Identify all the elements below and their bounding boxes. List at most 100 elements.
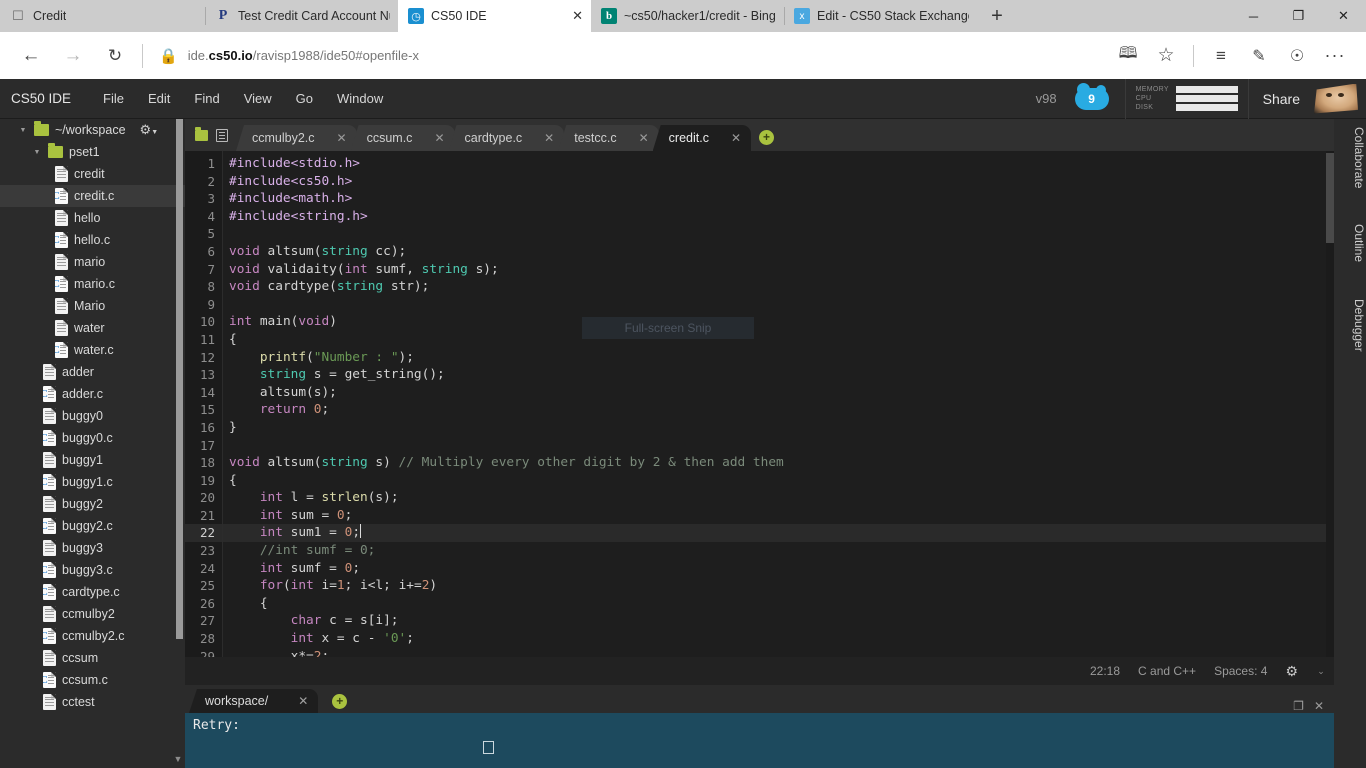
minimize-button[interactable]: ─ — [1231, 0, 1276, 32]
browser-tab-2[interactable]: ◷ CS50 IDE ✕ — [398, 0, 591, 32]
code-line[interactable]: #include<string.h> — [223, 208, 1334, 226]
gear-icon[interactable]: ⚙▼ — [140, 122, 159, 138]
code-lines[interactable]: #include<stdio.h> #include<cs50.h> #includ… — [223, 151, 1334, 657]
code-line[interactable]: { — [223, 595, 1334, 613]
file-tree-row[interactable]: cctest — [0, 691, 185, 713]
more-options-icon[interactable]: ··· — [1316, 37, 1354, 75]
file-tree-row[interactable]: ccsum — [0, 647, 185, 669]
file-tree-row-selected[interactable]: Ccredit.c — [0, 185, 185, 207]
code-line[interactable]: x*=2; — [223, 648, 1334, 657]
code-line[interactable]: int main(void) — [223, 313, 1334, 331]
new-terminal-button[interactable]: + — [332, 694, 348, 709]
scrollbar-thumb[interactable] — [1326, 153, 1334, 243]
close-icon[interactable]: ✕ — [639, 131, 649, 145]
scrollbar-thumb[interactable] — [176, 119, 183, 639]
share-button[interactable]: Share — [1249, 91, 1314, 107]
file-tree-row[interactable]: credit — [0, 163, 185, 185]
address-bar[interactable]: 🔒 ide.cs50.io/ravisp1988/ide50#openfile-… — [151, 41, 1105, 71]
collapse-icon[interactable]: ⌄ — [1316, 666, 1326, 677]
folder-icon[interactable] — [195, 126, 208, 141]
file-tree-row[interactable]: hello — [0, 207, 185, 229]
indent-setting[interactable]: Spaces: 4 — [1214, 664, 1267, 678]
close-icon[interactable]: ✕ — [731, 131, 741, 145]
gear-icon[interactable]: ⚙ — [1285, 663, 1298, 680]
code-line[interactable]: int sumf = 0; — [223, 560, 1334, 578]
file-tree-row[interactable]: Mario — [0, 295, 185, 317]
back-icon[interactable]: ← — [12, 37, 50, 75]
chevron-down-icon[interactable]: ▼ — [32, 149, 42, 156]
menu-item-cs50-ide[interactable]: CS50 IDE — [11, 79, 91, 119]
code-line[interactable]: void altsum(string cc); — [223, 243, 1334, 261]
file-tree-row[interactable]: Cmario.c — [0, 273, 185, 295]
file-tree-row[interactable]: water — [0, 317, 185, 339]
close-window-button[interactable]: ✕ — [1321, 0, 1366, 32]
close-icon[interactable]: ✕ — [298, 694, 308, 708]
reading-view-icon[interactable]: 🕮 — [1109, 37, 1147, 75]
editor-tab-credit[interactable]: credit.c ✕ — [652, 125, 752, 151]
browser-tab-0[interactable]: ☐ Credit — [0, 0, 205, 32]
chevron-down-icon[interactable]: ▼ — [18, 127, 28, 134]
file-tree-row[interactable]: Ccardtype.c — [0, 581, 185, 603]
code-line[interactable] — [223, 437, 1334, 455]
maximize-button[interactable]: ❐ — [1276, 0, 1321, 32]
code-line[interactable]: int x = c - '0'; — [223, 630, 1334, 648]
new-editor-tab-button[interactable]: + — [759, 130, 775, 145]
terminal-output[interactable]: Retry: — [185, 713, 1334, 768]
hub-icon[interactable]: ≡ — [1202, 37, 1240, 75]
editor-tab-ccsum[interactable]: ccsum.c ✕ — [350, 125, 455, 151]
web-note-icon[interactable]: ✎ — [1240, 37, 1278, 75]
code-editor[interactable]: 1 2 3 4 5 6 7 8 9 10 11 12 13 14 15 16 17 18 19 20 21 22 23 24 2… — [185, 151, 1334, 657]
browser-tab-close-button[interactable]: ✕ — [560, 8, 583, 24]
favorites-star-icon[interactable]: ☆ — [1147, 37, 1185, 75]
file-tree-scrollbar[interactable] — [176, 119, 184, 768]
editor-tab-cardtype[interactable]: cardtype.c ✕ — [448, 125, 565, 151]
cloud-notification-badge[interactable]: 9 — [1074, 82, 1109, 110]
menu-item-file[interactable]: File — [91, 79, 136, 119]
code-line[interactable]: } — [223, 419, 1334, 437]
file-tree-row[interactable]: adder — [0, 361, 185, 383]
code-line[interactable]: int sum = 0; — [223, 507, 1334, 525]
close-icon[interactable]: ✕ — [337, 131, 347, 145]
browser-tab-3[interactable]: b ~cs50/hacker1/credit - Bing — [591, 0, 784, 32]
close-icon[interactable]: ✕ — [1314, 699, 1324, 713]
rail-item-outline[interactable]: Outline — [1334, 224, 1366, 262]
rail-item-collaborate[interactable]: Collaborate — [1334, 127, 1366, 188]
file-tree-row[interactable]: buggy3 — [0, 537, 185, 559]
code-line[interactable]: //int sumf = 0; — [223, 542, 1334, 560]
file-tree-row[interactable]: Cccmulby2.c — [0, 625, 185, 647]
code-line[interactable]: printf("Number : "); — [223, 349, 1334, 367]
code-line[interactable] — [223, 296, 1334, 314]
file-tree-row[interactable]: Cadder.c — [0, 383, 185, 405]
file-tree-row[interactable]: Chello.c — [0, 229, 185, 251]
file-tree-row-workspace[interactable]: ▼ ~/workspace ⚙▼ — [0, 119, 185, 141]
code-line[interactable]: #include<stdio.h> — [223, 155, 1334, 173]
code-line[interactable]: int l = strlen(s); — [223, 489, 1334, 507]
code-line[interactable]: { — [223, 472, 1334, 490]
file-tree-row[interactable]: mario — [0, 251, 185, 273]
file-tree-row[interactable]: buggy2 — [0, 493, 185, 515]
browser-tab-4[interactable]: x Edit - CS50 Stack Exchange — [784, 0, 977, 32]
menu-item-edit[interactable]: Edit — [136, 79, 182, 119]
menu-item-go[interactable]: Go — [284, 79, 325, 119]
file-tree-row[interactable]: Cccsum.c — [0, 669, 185, 691]
code-line[interactable]: #include<math.h> — [223, 190, 1334, 208]
rail-item-debugger[interactable]: Debugger — [1334, 299, 1366, 352]
code-line[interactable]: void cardtype(string str); — [223, 278, 1334, 296]
menu-item-view[interactable]: View — [232, 79, 284, 119]
code-line[interactable]: char c = s[i]; — [223, 612, 1334, 630]
code-line[interactable]: #include<cs50.h> — [223, 173, 1334, 191]
file-tree-row[interactable]: buggy1 — [0, 449, 185, 471]
editor-tab-testcc[interactable]: testcc.c ✕ — [558, 125, 659, 151]
close-icon[interactable]: ✕ — [544, 131, 554, 145]
file-tree-row[interactable]: Cbuggy1.c — [0, 471, 185, 493]
menu-item-window[interactable]: Window — [325, 79, 395, 119]
file-tree-row[interactable]: Cwater.c — [0, 339, 185, 361]
refresh-icon[interactable]: ↻ — [96, 37, 134, 75]
code-line[interactable] — [223, 225, 1334, 243]
code-line[interactable]: { — [223, 331, 1334, 349]
avatar[interactable] — [1314, 83, 1358, 114]
file-tree-row[interactable]: Cbuggy0.c — [0, 427, 185, 449]
code-line[interactable]: for(int i=1; i<l; i+=2) — [223, 577, 1334, 595]
code-line[interactable]: return 0; — [223, 401, 1334, 419]
code-line[interactable]: string s = get_string(); — [223, 366, 1334, 384]
